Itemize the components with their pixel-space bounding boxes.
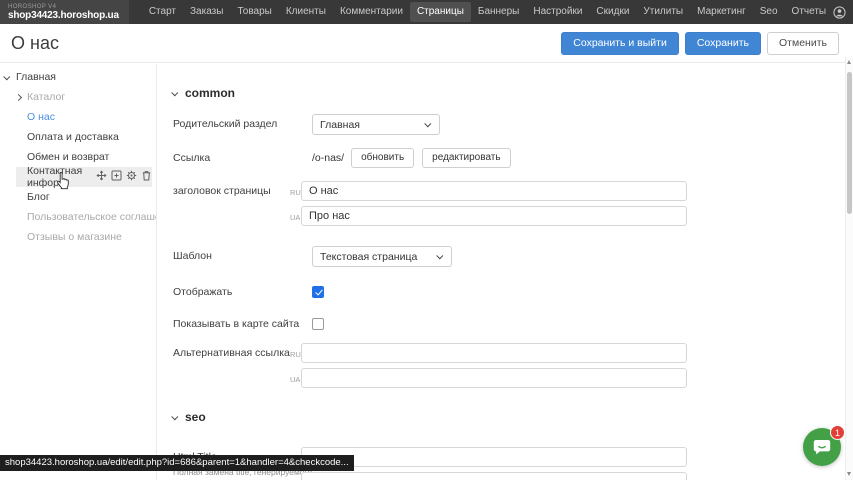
display-checkbox[interactable] — [312, 286, 324, 298]
menu-item-orders[interactable]: Заказы — [183, 0, 230, 24]
menu-item-start[interactable]: Старт — [142, 0, 183, 24]
tree-item-payment-delivery[interactable]: Оплата и доставка — [0, 127, 156, 147]
lang-tag-ua: UA — [290, 368, 299, 388]
link-status-bar: shop34423.horoshop.ua/edit/edit.php?id=6… — [0, 455, 354, 471]
page-title-ua-input[interactable] — [301, 206, 687, 226]
chevron-down-icon — [424, 120, 431, 127]
tree-item-home[interactable]: Главная — [0, 67, 156, 87]
link-update-button[interactable]: обновить — [351, 148, 414, 168]
menu-item-seo[interactable]: Seo — [753, 0, 785, 24]
add-page-icon[interactable] — [111, 168, 122, 186]
page-header: О нас Сохранить и выйти Сохранить Отмени… — [0, 24, 853, 63]
menu-item-pages[interactable]: Страницы — [410, 2, 471, 22]
chevron-down-icon — [436, 252, 443, 259]
move-icon[interactable] — [96, 168, 107, 186]
menu-item-comments[interactable]: Комментарии — [333, 0, 410, 24]
chevron-down-icon — [171, 89, 178, 96]
brand-domain-label: shop34423.horoshop.ua — [8, 11, 119, 21]
alt-link-ua-input[interactable] — [301, 368, 687, 388]
link-edit-button[interactable]: редактировать — [422, 148, 510, 168]
tree-item-contact-info[interactable]: Контактная инфор — [16, 167, 152, 187]
sitemap-checkbox[interactable] — [312, 318, 324, 330]
brand-version-label: HOROSHOP V4 — [8, 4, 119, 10]
chat-unread-badge: 1 — [830, 425, 845, 440]
menu-item-products[interactable]: Товары — [230, 0, 278, 24]
chat-widget-button[interactable]: 1 — [803, 428, 841, 466]
menu-item-clients[interactable]: Клиенты — [279, 0, 333, 24]
parent-section-row: Родительский раздел Главная — [173, 114, 853, 135]
menu-item-banners[interactable]: Баннеры — [471, 0, 526, 24]
scroll-up-arrow-icon[interactable] — [847, 60, 851, 64]
tree-item-exchange-return[interactable]: Обмен и возврат — [0, 147, 156, 167]
html-title-ua-input[interactable] — [301, 472, 687, 480]
tree-item-blog[interactable]: Блог — [0, 187, 156, 207]
cancel-button[interactable]: Отменить — [767, 32, 839, 55]
scrollbar-thumb[interactable] — [847, 72, 852, 214]
save-button[interactable]: Сохранить — [685, 32, 761, 55]
save-and-exit-button[interactable]: Сохранить и выйти — [561, 32, 679, 55]
menu-item-utilities[interactable]: Утилиты — [636, 0, 690, 24]
template-row: Шаблон Текстовая страница — [173, 246, 853, 267]
top-navigation-bar: HOROSHOP V4 shop34423.horoshop.ua Старт … — [0, 0, 853, 24]
delete-icon[interactable] — [141, 168, 152, 186]
menu-item-reports[interactable]: Отчеты — [785, 0, 834, 24]
account-icon[interactable] — [833, 6, 846, 19]
chevron-down-icon[interactable] — [3, 73, 10, 80]
lang-tag-ua: UA — [290, 206, 299, 226]
lang-tag-ua: UA — [290, 472, 299, 480]
page-title-row: заголовок страницы RU UA — [173, 181, 853, 226]
template-select[interactable]: Текстовая страница — [312, 246, 452, 267]
tree-item-catalog[interactable]: Каталог — [0, 87, 156, 107]
tree-item-about[interactable]: О нас — [0, 107, 156, 127]
html-title-ru-input[interactable] — [301, 447, 687, 467]
parent-section-select[interactable]: Главная — [312, 114, 440, 135]
chat-bubble-icon — [812, 438, 832, 457]
scroll-down-arrow-icon[interactable] — [847, 472, 851, 476]
brand-logo[interactable]: HOROSHOP V4 shop34423.horoshop.ua — [0, 0, 129, 24]
sitemap-row: Показывать в карте сайта — [173, 317, 853, 330]
tree-item-store-reviews[interactable]: Отзывы о магазине — [0, 227, 156, 247]
display-row: Отображать — [173, 285, 853, 298]
tree-item-user-agreement[interactable]: Пользовательское соглашение — [0, 207, 156, 227]
menu-item-settings[interactable]: Настройки — [526, 0, 589, 24]
settings-icon[interactable] — [126, 168, 137, 186]
menu-item-discounts[interactable]: Скидки — [589, 0, 636, 24]
link-row: Ссылка /o-nas/ обновить редактировать — [173, 148, 853, 168]
menu-item-marketing[interactable]: Маркетинг — [690, 0, 753, 24]
lang-tag-ru: RU — [290, 181, 299, 201]
link-path-value: /o-nas/ — [312, 148, 344, 164]
page-title: О нас — [11, 33, 59, 54]
page-title-ru-input[interactable] — [301, 181, 687, 201]
chevron-right-icon[interactable] — [15, 93, 22, 100]
lang-tag-ru: RU — [290, 343, 299, 363]
chevron-down-icon — [171, 413, 178, 420]
alt-link-row: Альтернативная ссылка RU UA — [173, 343, 853, 388]
vertical-scrollbar[interactable] — [845, 57, 853, 480]
section-seo-header[interactable]: seo — [173, 410, 853, 424]
alt-link-ru-input[interactable] — [301, 343, 687, 363]
main-menu: Старт Заказы Товары Клиенты Комментарии … — [142, 0, 833, 24]
page-edit-form: common Родительский раздел Главная Ссылк… — [157, 64, 853, 480]
pages-tree-sidebar: Главная Каталог О нас Оплата и доставка … — [0, 64, 157, 480]
section-common-header[interactable]: common — [173, 86, 853, 100]
